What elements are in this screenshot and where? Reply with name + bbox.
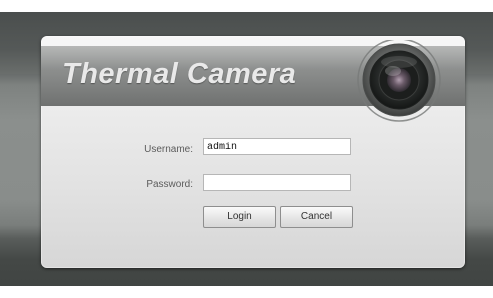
top-edge (0, 0, 493, 12)
login-button[interactable]: Login (203, 206, 276, 228)
login-page: Thermal Camera Username: admin Password:… (0, 0, 493, 298)
username-field[interactable] (203, 138, 351, 155)
login-panel: Thermal Camera Username: admin Password:… (41, 36, 465, 268)
cancel-button[interactable]: Cancel (280, 206, 353, 228)
password-field[interactable] (203, 174, 351, 191)
username-label: Username: (144, 144, 193, 155)
password-label: Password: (146, 179, 193, 190)
login-form: Username: Password: Login Cancel (41, 36, 465, 268)
bottom-edge (0, 286, 493, 298)
